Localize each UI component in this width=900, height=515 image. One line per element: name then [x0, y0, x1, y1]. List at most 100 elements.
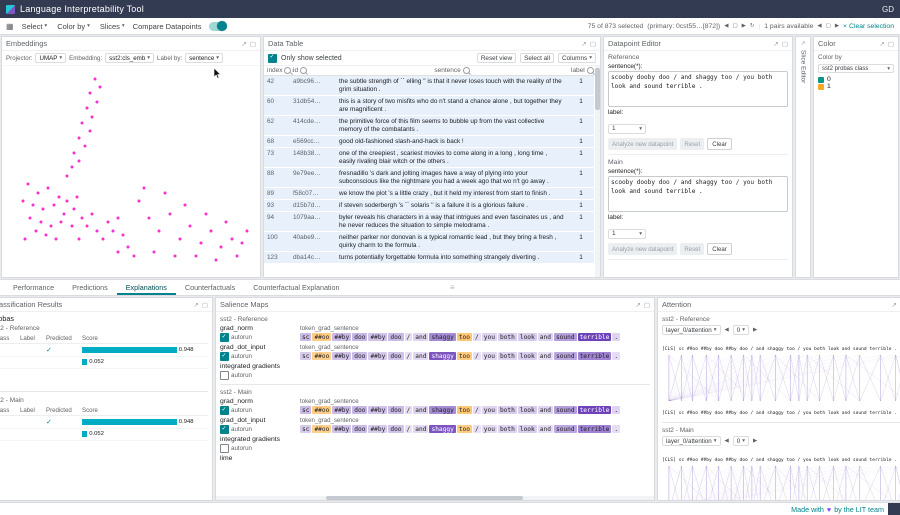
- datapoint-dot[interactable]: [83, 145, 86, 148]
- classification-row[interactable]: 0✓0.948: [0, 416, 208, 429]
- maximize-icon[interactable]: ▢: [590, 40, 596, 48]
- salience-token[interactable]: /: [473, 333, 481, 341]
- salience-token[interactable]: /: [405, 425, 413, 433]
- salience-token[interactable]: ##oo: [312, 406, 331, 414]
- tab-explanations[interactable]: Explanations: [117, 280, 176, 295]
- table-row[interactable]: 68e569cc…good old-fashioned slash-and-ha…: [264, 136, 594, 148]
- salience-token[interactable]: both: [498, 352, 517, 360]
- search-icon[interactable]: [587, 67, 594, 74]
- prev-head-icon[interactable]: ◀: [725, 438, 729, 444]
- salience-token[interactable]: /: [405, 333, 413, 341]
- salience-token[interactable]: /: [405, 406, 413, 414]
- datapoint-dot[interactable]: [44, 233, 47, 236]
- table-scroll-area[interactable]: index ↕ id sentence label ↕ 42a9bc96…the…: [264, 66, 600, 277]
- menu-color-by[interactable]: Color by▾: [57, 22, 90, 31]
- table-row[interactable]: 941079aa…byler reveals his characters in…: [264, 212, 594, 232]
- maximize-icon[interactable]: ▢: [644, 301, 650, 309]
- clear-selection-button[interactable]: ×Clear selection: [843, 23, 894, 30]
- layer-select[interactable]: layer_0/attention▾: [662, 436, 721, 446]
- prev-head-icon[interactable]: ◀: [725, 327, 729, 333]
- datapoint-dot[interactable]: [117, 250, 120, 253]
- salience-token[interactable]: shaggy: [429, 406, 455, 414]
- head-select[interactable]: 0▾: [733, 325, 749, 335]
- datapoint-dot[interactable]: [91, 115, 94, 118]
- salience-token[interactable]: and: [538, 425, 553, 433]
- datapoint-dot[interactable]: [168, 212, 171, 215]
- datapoint-dot[interactable]: [153, 250, 156, 253]
- salience-token[interactable]: look: [518, 333, 537, 341]
- head-select[interactable]: 0▾: [733, 436, 749, 446]
- search-icon[interactable]: [300, 67, 307, 74]
- next-pair-icon[interactable]: ▶: [835, 23, 839, 29]
- salience-token[interactable]: ##by: [368, 425, 387, 433]
- salience-scrollbar[interactable]: [216, 496, 654, 500]
- next-datapoint-icon[interactable]: ▶: [742, 23, 746, 29]
- datapoint-dot[interactable]: [142, 187, 145, 190]
- embedding-select[interactable]: sst2:cls_emb▾: [105, 53, 154, 63]
- datapoint-dot[interactable]: [60, 221, 63, 224]
- drag-handle-icon[interactable]: ≡: [450, 283, 455, 292]
- tab-performance[interactable]: Performance: [4, 280, 63, 295]
- autorun-checkbox[interactable]: [220, 406, 229, 415]
- table-row[interactable]: 89f58c07…we know the plot 's a little cr…: [264, 188, 594, 200]
- datapoint-dot[interactable]: [52, 204, 55, 207]
- datapoint-dot[interactable]: [209, 229, 212, 232]
- datapoint-dot[interactable]: [137, 200, 140, 203]
- salience-token[interactable]: both: [498, 333, 517, 341]
- maximize-icon[interactable]: ▢: [202, 301, 208, 309]
- datapoint-dot[interactable]: [86, 225, 89, 228]
- datapoint-dot[interactable]: [34, 229, 37, 232]
- salience-token[interactable]: .: [612, 352, 620, 360]
- salience-token[interactable]: .: [612, 406, 620, 414]
- expand-icon[interactable]: ↗: [891, 301, 896, 309]
- scrollbar-thumb[interactable]: [595, 68, 600, 110]
- user-avatar[interactable]: GD: [882, 5, 894, 14]
- datapoint-dot[interactable]: [73, 208, 76, 211]
- datapoint-dot[interactable]: [57, 195, 60, 198]
- sentence-input[interactable]: scooby dooby doo / and shaggy too / you …: [608, 71, 788, 107]
- salience-token[interactable]: ##by: [332, 425, 351, 433]
- datapoint-dot[interactable]: [106, 221, 109, 224]
- salience-token[interactable]: sound: [554, 352, 577, 360]
- salience-token[interactable]: look: [518, 406, 537, 414]
- datapoint-dot[interactable]: [78, 136, 81, 139]
- datapoint-dot[interactable]: [111, 229, 114, 232]
- salience-token[interactable]: too: [457, 352, 472, 360]
- maximize-icon[interactable]: ▢: [888, 40, 894, 48]
- salience-token[interactable]: /: [405, 352, 413, 360]
- search-icon[interactable]: [463, 67, 470, 74]
- datapoint-dot[interactable]: [189, 225, 192, 228]
- salience-token[interactable]: ##oo: [312, 333, 331, 341]
- autorun-checkbox[interactable]: [220, 371, 229, 380]
- salience-token[interactable]: and: [538, 406, 553, 414]
- datapoint-dot[interactable]: [240, 242, 243, 245]
- salience-token[interactable]: shaggy: [429, 425, 455, 433]
- classification-row[interactable]: 10.052: [0, 429, 208, 441]
- clear-button[interactable]: Clear: [707, 138, 732, 150]
- next-head-icon[interactable]: ▶: [753, 438, 757, 444]
- salience-token[interactable]: and: [413, 333, 428, 341]
- datapoint-dot[interactable]: [99, 86, 102, 89]
- compare-datapoints-toggle[interactable]: [209, 22, 227, 31]
- column-header-id[interactable]: id: [290, 66, 336, 76]
- datapoint-dot[interactable]: [194, 254, 197, 257]
- datapoint-dot[interactable]: [93, 77, 96, 80]
- datapoint-dot[interactable]: [132, 254, 135, 257]
- salience-token[interactable]: /: [473, 425, 481, 433]
- next-head-icon[interactable]: ▶: [753, 327, 757, 333]
- search-icon[interactable]: [284, 67, 291, 74]
- sentence-input[interactable]: scooby dooby doo / and shaggy too / you …: [608, 176, 788, 212]
- salience-token[interactable]: /: [473, 406, 481, 414]
- table-row[interactable]: 73148b38…one of the creepiest , scariest…: [264, 148, 594, 168]
- salience-token[interactable]: .: [612, 333, 620, 341]
- autorun-checkbox[interactable]: [220, 425, 229, 434]
- datapoint-dot[interactable]: [204, 212, 207, 215]
- expand-icon[interactable]: ↗: [581, 40, 586, 48]
- datapoint-dot[interactable]: [75, 195, 78, 198]
- salience-token[interactable]: sc: [300, 352, 311, 360]
- datapoint-dot[interactable]: [70, 225, 73, 228]
- datapoint-dot[interactable]: [42, 208, 45, 211]
- datapoint-dot[interactable]: [88, 130, 91, 133]
- table-row[interactable]: 10040abe9…neither parker nor donovan is …: [264, 232, 594, 252]
- apps-menu-icon[interactable]: ▦: [6, 22, 14, 31]
